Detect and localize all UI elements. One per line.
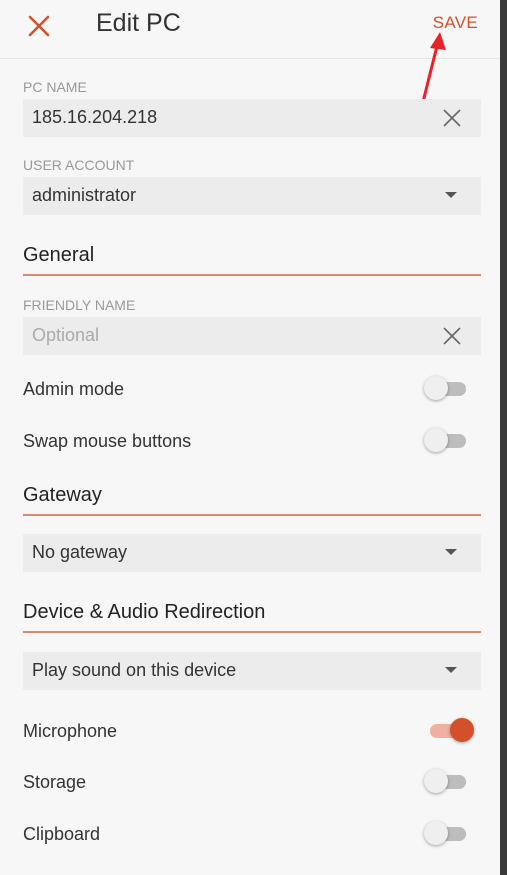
pc-name-value: 185.16.204.218 xyxy=(32,107,158,127)
gateway-divider xyxy=(23,514,481,516)
chevron-down-icon xyxy=(445,667,457,673)
pc-name-field[interactable]: 185.16.204.218 xyxy=(23,99,481,137)
clear-icon[interactable] xyxy=(441,107,463,129)
microphone-label: Microphone xyxy=(23,721,118,741)
redirection-divider xyxy=(23,631,481,633)
gateway-dropdown[interactable]: No gateway xyxy=(23,534,481,572)
pc-name-label: PC NAME xyxy=(23,79,87,95)
edit-pc-screen: Edit PC SAVE PC NAME 185.16.204.218 USER… xyxy=(0,0,500,875)
close-button[interactable] xyxy=(25,12,53,40)
close-icon xyxy=(28,15,50,37)
chevron-down-icon xyxy=(445,549,457,555)
swap-mouse-label: Swap mouse buttons xyxy=(23,431,192,451)
toggle-thumb xyxy=(450,718,474,742)
clear-icon[interactable] xyxy=(441,325,463,347)
sound-dropdown[interactable]: Play sound on this device xyxy=(23,652,481,690)
clipboard-toggle[interactable] xyxy=(424,820,468,848)
toggle-thumb xyxy=(424,821,448,845)
toggle-thumb xyxy=(424,376,448,400)
swap-mouse-toggle[interactable] xyxy=(424,427,468,455)
microphone-toggle[interactable] xyxy=(424,717,474,745)
user-account-label: USER ACCOUNT xyxy=(23,157,135,173)
sound-value: Play sound on this device xyxy=(32,660,237,680)
redirection-section-title: Device & Audio Redirection xyxy=(23,601,266,623)
friendly-name-label: FRIENDLY NAME xyxy=(23,297,136,313)
storage-label: Storage xyxy=(23,772,87,792)
general-section-title: General xyxy=(23,244,95,266)
user-account-dropdown[interactable]: administrator xyxy=(23,177,481,215)
screen-edge xyxy=(500,0,507,875)
toggle-thumb xyxy=(424,428,448,452)
page-title: Edit PC xyxy=(96,9,181,37)
gateway-section-title: Gateway xyxy=(23,484,102,506)
toggle-thumb xyxy=(424,769,448,793)
chevron-down-icon xyxy=(445,192,457,198)
storage-toggle[interactable] xyxy=(424,768,468,796)
clipboard-label: Clipboard xyxy=(23,824,101,844)
friendly-name-field[interactable]: Optional xyxy=(23,317,481,355)
admin-mode-label: Admin mode xyxy=(23,379,125,399)
admin-mode-toggle[interactable] xyxy=(424,375,468,403)
user-account-value: administrator xyxy=(32,185,137,205)
general-divider xyxy=(23,274,481,276)
gateway-value: No gateway xyxy=(32,542,128,562)
friendly-name-placeholder: Optional xyxy=(32,325,100,345)
